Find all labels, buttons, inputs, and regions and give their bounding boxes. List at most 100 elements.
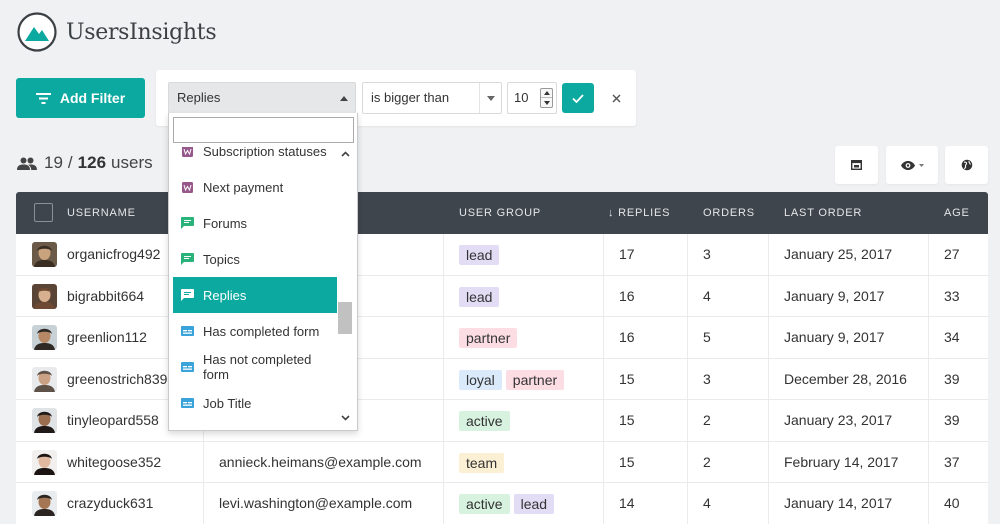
table-row[interactable]: tinyleopard558 le.com active 15 2 Januar…: [16, 400, 988, 442]
group-tag: loyal: [459, 369, 502, 390]
orders-cell: 2: [703, 412, 711, 428]
woocommerce-icon: [181, 147, 194, 157]
avatar: [32, 408, 57, 433]
orders-cell: 3: [703, 246, 711, 262]
replies-cell: 14: [619, 495, 635, 511]
apply-filter-button[interactable]: [562, 83, 594, 113]
caret-down-icon: [918, 163, 924, 167]
column-replies[interactable]: ↓ REPLIES: [608, 192, 670, 234]
woocommerce-icon: [181, 181, 194, 193]
table-header: USERNAME USER GROUP ↓ REPLIES ORDERS LAS…: [16, 192, 988, 234]
app-logo[interactable]: UsersInsights: [17, 12, 217, 52]
orders-cell: 5: [703, 329, 711, 345]
app-name: UsersInsights: [66, 19, 217, 45]
avatar: [32, 283, 57, 309]
chat-bubble-icon: [181, 253, 194, 265]
export-button[interactable]: [835, 146, 878, 184]
table-row[interactable]: whitegoose352 annieck.heimans@example.co…: [16, 442, 988, 483]
dropdown-option[interactable]: Job Title: [173, 385, 337, 421]
form-icon: [181, 325, 194, 337]
dropdown-option-label: Has completed form: [203, 323, 320, 339]
count-unit: users: [111, 153, 153, 172]
dropdown-option[interactable]: Subscription statuses: [173, 147, 337, 169]
remove-filter-button[interactable]: [608, 86, 624, 110]
last-order-cell: December 28, 2016: [784, 370, 907, 387]
dropdown-option[interactable]: Has not completed form: [173, 349, 337, 385]
dropdown-option-label: Forums: [203, 215, 248, 231]
age-cell: 34: [944, 329, 960, 345]
filter-value-input[interactable]: 10: [507, 82, 557, 114]
dropdown-option[interactable]: Forums: [173, 205, 337, 241]
window-icon: [851, 160, 862, 170]
orders-cell: 4: [703, 495, 711, 511]
avatar: [32, 491, 57, 516]
select-all-checkbox[interactable]: [34, 203, 53, 222]
avatar: [32, 449, 57, 475]
scroll-down-icon[interactable]: [341, 415, 350, 421]
table-row[interactable]: greenlion112 e.com partner 16 5 January …: [16, 317, 988, 359]
total-count: 126: [77, 153, 107, 172]
count-separator: /: [67, 153, 73, 172]
spin-up-icon[interactable]: [541, 89, 552, 98]
username-cell[interactable]: whitegoose352: [67, 442, 197, 483]
avatar: [32, 366, 57, 392]
table-row[interactable]: organicfrog492 ple.com lead 17 3 January…: [16, 234, 988, 276]
scrollbar-thumb[interactable]: [338, 302, 352, 334]
users-table: USERNAME USER GROUP ↓ REPLIES ORDERS LAS…: [16, 192, 988, 524]
add-filter-button[interactable]: Add Filter: [16, 78, 145, 118]
filter-operator-select[interactable]: is bigger than: [362, 82, 502, 114]
avatar: [32, 325, 57, 350]
group-tag: lead: [459, 245, 500, 266]
orders-cell: 4: [703, 287, 711, 304]
table-row[interactable]: greenostrich839 ample.com loyalpartner 1…: [16, 359, 988, 400]
user-group-cell: lead: [459, 234, 599, 275]
filter-field-value: Replies: [177, 90, 221, 105]
column-username[interactable]: USERNAME: [67, 192, 136, 234]
orders-cell: 2: [703, 453, 711, 470]
age-cell: 27: [944, 246, 960, 262]
globe-icon: [961, 159, 972, 171]
filter-value-text: 10: [514, 90, 529, 105]
add-filter-label: Add Filter: [59, 90, 126, 106]
table-row[interactable]: bigrabbit664 d lead 16 4 January 9, 2017…: [16, 276, 988, 317]
close-icon: [612, 94, 620, 102]
dropdown-option[interactable]: Replies: [173, 277, 337, 313]
last-order-cell: January 25, 2017: [784, 246, 893, 262]
filter-field-select[interactable]: Replies: [168, 82, 356, 114]
dropdown-option[interactable]: Next payment: [173, 169, 337, 205]
scroll-up-icon[interactable]: [341, 151, 350, 157]
dropdown-option-label: Job Title: [203, 395, 252, 411]
column-age[interactable]: AGE: [944, 192, 970, 234]
eye-icon: [900, 160, 915, 170]
spin-down-icon[interactable]: [541, 98, 552, 107]
column-orders[interactable]: ORDERS: [703, 192, 755, 234]
dropdown-search-input[interactable]: [173, 117, 354, 143]
dropdown-option-label: Has not completed form: [203, 352, 312, 382]
filter-operator-value: is bigger than: [371, 90, 450, 105]
replies-cell: 15: [619, 370, 635, 387]
replies-cell: 16: [619, 329, 635, 345]
chat-bubble-icon: [181, 217, 194, 229]
last-order-cell: January 14, 2017: [784, 495, 893, 511]
column-last-order[interactable]: LAST ORDER: [784, 192, 862, 234]
group-tag: partner: [505, 369, 565, 390]
dropdown-option[interactable]: Topics: [173, 241, 337, 277]
username-cell[interactable]: crazyduck631: [67, 483, 197, 524]
user-group-cell: active: [459, 400, 599, 441]
dropdown-option-label: Replies: [203, 287, 247, 303]
group-tag: lead: [513, 494, 555, 515]
user-group-cell: active lead: [459, 483, 599, 524]
column-user-group[interactable]: USER GROUP: [459, 192, 541, 234]
number-spinner[interactable]: [540, 88, 553, 108]
dropdown-option[interactable]: Has completed form: [173, 313, 337, 349]
map-view-button[interactable]: [945, 146, 988, 184]
columns-visibility-button[interactable]: [886, 146, 938, 184]
dropdown-scrollbar[interactable]: [337, 147, 354, 427]
age-cell: 40: [944, 495, 960, 511]
user-group-cell: lead: [459, 276, 599, 317]
age-cell: 39: [944, 370, 960, 387]
table-row[interactable]: crazyduck631 levi.washington@example.com…: [16, 483, 988, 524]
caret-up-icon: [333, 83, 355, 113]
chat-bubble-icon: [181, 289, 194, 301]
dropdown-option-label: Subscription statuses: [203, 147, 327, 159]
